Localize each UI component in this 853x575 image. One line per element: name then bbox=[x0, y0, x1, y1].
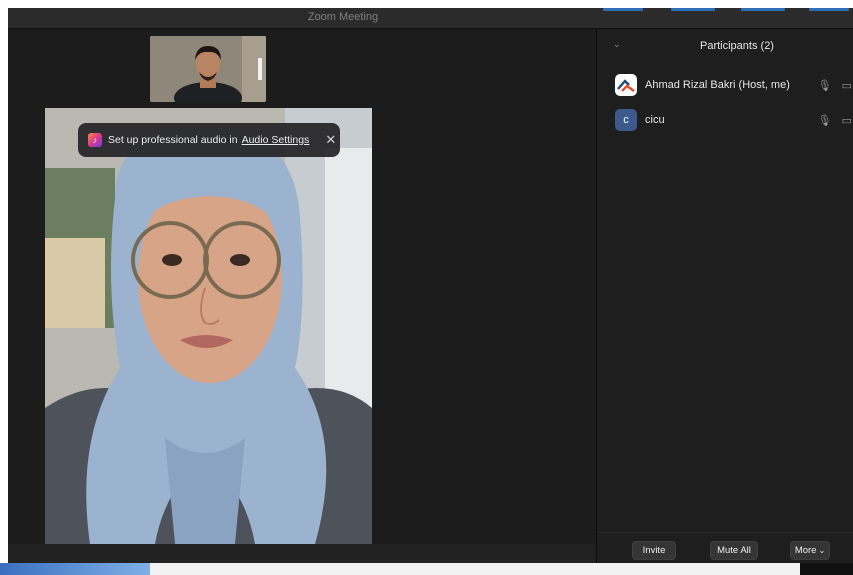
mute-all-button[interactable]: Mute All bbox=[710, 541, 758, 560]
participant-row[interactable]: c cicu 🎙︎ ▭ bbox=[615, 109, 853, 131]
logo-icon bbox=[617, 79, 635, 92]
tab-indicator bbox=[809, 8, 849, 11]
music-note-icon: ♪ bbox=[88, 133, 102, 147]
participants-footer: Invite Mute All More ⌄ bbox=[597, 532, 853, 563]
main-video-tile[interactable] bbox=[45, 108, 372, 544]
toast-message: Set up professional audio in bbox=[108, 134, 238, 146]
taskbar-accent bbox=[0, 563, 150, 575]
video-bottom-bar bbox=[8, 544, 596, 563]
self-view-thumbnail[interactable] bbox=[150, 36, 266, 102]
chevron-down-icon: ⌄ bbox=[818, 546, 826, 555]
zoom-window: Zoom Meeting ♪ Set up professional audio… bbox=[8, 8, 853, 563]
participant-name: cicu bbox=[645, 114, 665, 126]
window-title: Zoom Meeting bbox=[307, 11, 379, 23]
audio-settings-toast: ♪ Set up professional audio in Audio Set… bbox=[78, 123, 340, 157]
desktop-background bbox=[0, 563, 853, 575]
participant-name: Ahmad Rizal Bakri (Host, me) bbox=[645, 79, 790, 91]
close-icon[interactable]: ✕ bbox=[325, 132, 336, 148]
more-button[interactable]: More ⌄ bbox=[790, 541, 830, 560]
mic-icon[interactable]: 🎙︎ bbox=[818, 114, 832, 127]
more-label: More bbox=[794, 545, 817, 556]
video-camera-icon[interactable]: ▭ bbox=[842, 79, 852, 92]
avatar: c bbox=[615, 109, 637, 131]
top-tab-indicators bbox=[595, 8, 853, 12]
speaker-video bbox=[45, 108, 372, 544]
video-camera-icon[interactable]: ▭ bbox=[842, 114, 852, 127]
video-area: ♪ Set up professional audio in Audio Set… bbox=[8, 29, 596, 544]
participants-panel: ⌄ Participants (2) Ahmad Rizal Bakri (Ho… bbox=[596, 29, 853, 563]
mic-icon[interactable]: 🎙︎ bbox=[818, 79, 832, 92]
audio-settings-link[interactable]: Audio Settings bbox=[242, 134, 310, 146]
participant-row[interactable]: Ahmad Rizal Bakri (Host, me) 🎙︎ ▭ bbox=[615, 74, 853, 96]
title-bar: Zoom Meeting bbox=[8, 8, 853, 29]
host-avatar-logo bbox=[615, 74, 637, 96]
chevron-down-icon[interactable]: ⌄ bbox=[613, 39, 621, 50]
tab-indicator bbox=[603, 8, 643, 11]
tab-indicator bbox=[671, 8, 715, 11]
participants-header: Participants (2) bbox=[700, 40, 774, 52]
invite-button[interactable]: Invite bbox=[632, 541, 676, 560]
taskbar-corner bbox=[800, 563, 853, 575]
tab-indicator bbox=[741, 8, 785, 11]
self-view-person bbox=[150, 36, 266, 102]
